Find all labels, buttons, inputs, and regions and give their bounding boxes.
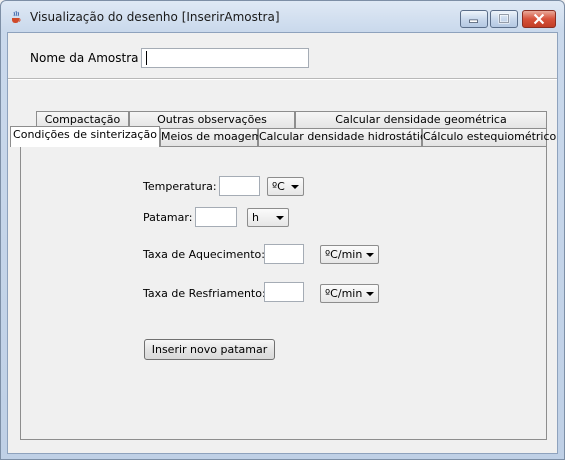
tab-label: Calcular densidade hidrostática — [259, 130, 433, 143]
resfriamento-label: Taxa de Resfriamento: — [143, 287, 266, 300]
tab-label: Compactação — [44, 113, 121, 126]
temperatura-input[interactable] — [219, 176, 260, 196]
tab-label: Outras observações — [157, 113, 267, 126]
tab-label: Condições de sinterização — [13, 128, 157, 141]
resfriamento-unit-select[interactable]: ºC/min — [320, 284, 379, 303]
app-window: Visualização do desenho [InserirAmostra]… — [0, 0, 565, 460]
select-value: ºC — [272, 180, 285, 193]
aquecimento-unit-select[interactable]: ºC/min — [320, 245, 379, 264]
sample-name-label: Nome da Amostra — [30, 51, 139, 65]
patamar-label: Patamar: — [143, 211, 193, 224]
chevron-down-icon — [291, 185, 299, 189]
maximize-icon — [498, 13, 510, 24]
button-label: Inserir novo patamar — [151, 343, 268, 356]
patamar-input[interactable] — [195, 207, 237, 227]
chevron-down-icon — [366, 253, 374, 257]
tab-condicoes-sinterizacao[interactable]: Condições de sinterização — [10, 126, 160, 147]
text-caret — [146, 51, 147, 65]
temperatura-unit-select[interactable]: ºC — [267, 177, 304, 196]
tab-meios-moagem[interactable]: Meios de moagem — [160, 128, 262, 146]
aquecimento-input[interactable] — [264, 244, 304, 264]
chevron-down-icon — [366, 292, 374, 296]
resfriamento-input[interactable] — [264, 282, 304, 302]
maximize-button[interactable] — [490, 10, 518, 28]
patamar-unit-select[interactable]: h — [247, 208, 289, 227]
title-bar[interactable]: Visualização do desenho [InserirAmostra] — [1, 1, 564, 31]
window-content: Nome da Amostra Compactação Outras obser… — [7, 32, 558, 454]
window-title: Visualização do desenho [InserirAmostra] — [30, 10, 280, 24]
minimize-button[interactable] — [460, 10, 488, 28]
temperatura-label: Temperatura: — [143, 180, 217, 193]
java-cup-icon — [12, 10, 21, 23]
close-button[interactable] — [522, 10, 556, 28]
tab-calcular-densidade-hidrostatica[interactable]: Calcular densidade hidrostática — [258, 128, 433, 146]
separator — [8, 78, 557, 80]
tab-calculo-estequiometrico[interactable]: Cálculo estequiométrico — [422, 128, 556, 146]
close-icon — [533, 13, 545, 25]
tab-label: Cálculo estequiométrico — [423, 130, 557, 143]
select-value: h — [252, 211, 259, 224]
select-value: ºC/min — [325, 287, 363, 300]
inserir-patamar-button[interactable]: Inserir novo patamar — [144, 339, 275, 360]
tab-label: Calcular densidade geométrica — [335, 113, 507, 126]
tab-label: Meios de moagem — [161, 130, 263, 143]
tab-calcular-densidade-geometrica[interactable]: Calcular densidade geométrica — [295, 111, 547, 129]
chevron-down-icon — [276, 216, 284, 220]
aquecimento-label: Taxa de Aquecimento: — [143, 248, 265, 261]
minimize-icon — [469, 19, 478, 23]
sample-name-input[interactable] — [141, 48, 309, 68]
tab-panel-sinterizacao: Temperatura: ºC Patamar: h Taxa de Aquec… — [20, 146, 547, 440]
select-value: ºC/min — [325, 248, 363, 261]
